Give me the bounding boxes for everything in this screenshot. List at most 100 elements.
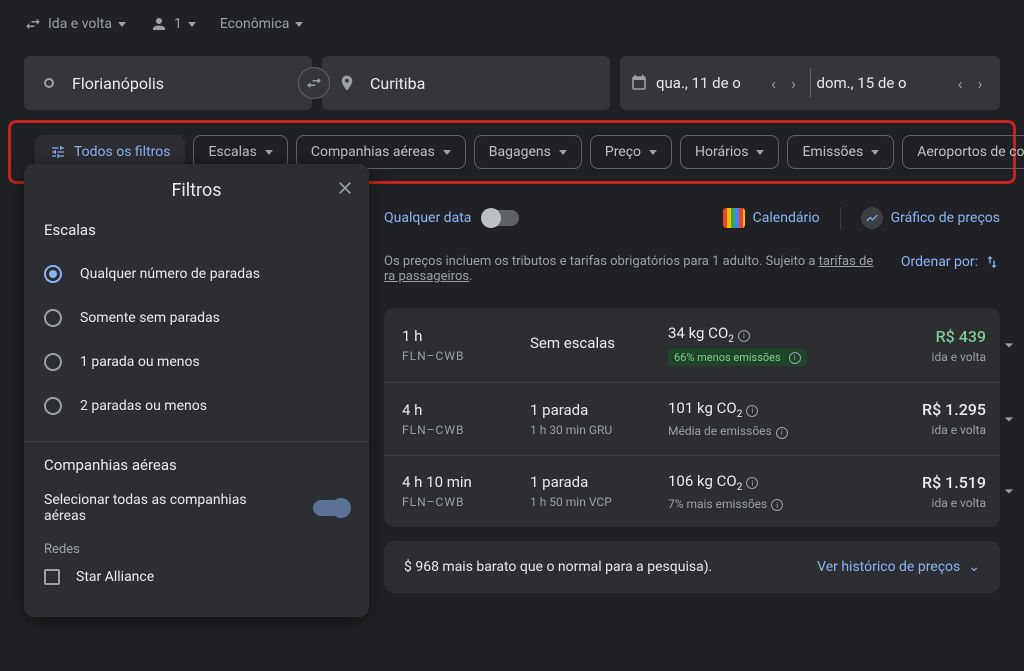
expand-button[interactable] [994, 335, 1024, 355]
origin-input[interactable] [72, 74, 296, 93]
radio-icon [44, 265, 62, 283]
price: R$ 1.295 [876, 400, 986, 419]
stops: Sem escalas [530, 334, 660, 352]
all-filters-label: Todos os filtros [74, 144, 170, 160]
passenger-count: 1 [174, 16, 182, 32]
route: FLN–CWB [402, 423, 522, 437]
network-option[interactable]: Star Alliance [44, 569, 349, 585]
select-all-airlines-switch[interactable] [313, 500, 349, 516]
date-picker[interactable]: qua., 11 de o ‹ › dom., 15 de o ‹ › [620, 56, 1000, 110]
radio-icon [44, 309, 62, 327]
trip-type: ida e volta [876, 423, 986, 437]
close-icon [335, 178, 355, 198]
checkbox-icon [44, 569, 60, 585]
calendar-color-icon [723, 208, 745, 228]
stops-option[interactable]: 1 parada ou menos [44, 353, 349, 371]
chevron-down-icon [871, 150, 879, 155]
sort-icon [984, 254, 1000, 270]
stops-section-title: Escalas [44, 221, 349, 239]
tune-icon [50, 144, 66, 160]
route: FLN–CWB [402, 495, 522, 509]
stops-option[interactable]: 2 paradas ou menos [44, 397, 349, 415]
chart-icon [861, 207, 883, 229]
stops-option[interactable]: Qualquer número de paradas [44, 265, 349, 283]
filter-chip-bags[interactable]: Bagagens [474, 135, 582, 169]
destination-input[interactable] [370, 74, 594, 93]
filter-chip-times[interactable]: Horários [680, 135, 779, 169]
trip-type-label: Ida e volta [48, 16, 112, 32]
price: R$ 1.519 [876, 473, 986, 492]
person-icon [150, 15, 168, 33]
chevron-down-icon [443, 150, 451, 155]
close-button[interactable] [335, 178, 355, 202]
return-next[interactable]: › [970, 73, 990, 93]
emissions-sub: 7% mais emissõesi [668, 497, 868, 512]
trip-type: ida e volta [876, 350, 986, 364]
pin-icon [338, 74, 356, 92]
price-chart-link[interactable]: Gráfico de preços [861, 207, 1000, 229]
price-history-link[interactable]: Ver histórico de preços ⌄ [817, 559, 980, 575]
price-insight-bar: $ 968 mais barato que o normal para a pe… [384, 541, 1000, 593]
calendar-link[interactable]: Calendário [723, 207, 820, 229]
insight-text: $ 968 mais barato que o normal para a pe… [404, 559, 712, 575]
depart-prev[interactable]: ‹ [764, 73, 784, 93]
origin-field[interactable] [24, 56, 312, 110]
stops-option[interactable]: Somente sem paradas [44, 309, 349, 327]
select-all-airlines-label: Selecionar todas as companhias aéreas [44, 492, 264, 524]
chevron-down-icon [756, 150, 764, 155]
filters-panel: Filtros Escalas Qualquer número de parad… [24, 164, 369, 617]
radio-icon [44, 353, 62, 371]
duration: 4 h [402, 401, 522, 419]
sort-button[interactable]: Ordenar por: [901, 254, 1000, 270]
filter-chip-emissions[interactable]: Emissões [787, 135, 894, 169]
emissions: 106 kg CO2i [668, 472, 868, 493]
layover: 1 h 30 min GRU [530, 423, 660, 437]
swap-button[interactable] [298, 67, 330, 99]
emissions-badge: 66% menos emissões i [668, 349, 807, 366]
radio-icon [44, 397, 62, 415]
flight-row[interactable]: 4 h FLN–CWB 1 parada 1 h 30 min GRU 101 kg… [384, 383, 1000, 456]
filter-chip-airports[interactable]: Aeroportos de con [902, 135, 1024, 169]
chevron-down-icon [265, 150, 273, 155]
chevron-down-icon [295, 22, 303, 27]
panel-title: Filtros [171, 180, 221, 201]
stops: 1 parada [530, 473, 660, 491]
trip-type: ida e volta [876, 496, 986, 510]
layover: 1 h 50 min VCP [530, 495, 660, 509]
swap-icon [305, 74, 323, 92]
emissions: 101 kg CO2i [668, 399, 868, 420]
emissions-sub: Média de emissõesi [668, 424, 868, 439]
flight-results: 1 hFLN–CWB Sem escalas 34 kg CO2i66% men… [384, 308, 1000, 527]
cabin-selector[interactable]: Econômica [220, 16, 303, 32]
chevron-down-icon [118, 22, 126, 27]
chevron-down-icon [188, 22, 196, 27]
trip-type-selector[interactable]: Ida e volta [24, 15, 126, 33]
airlines-section-title: Companhias aéreas [44, 456, 349, 474]
destination-field[interactable] [322, 56, 610, 110]
networks-label: Redes [44, 542, 349, 557]
price: R$ 439 [876, 327, 986, 346]
flight-row[interactable]: 1 hFLN–CWB Sem escalas 34 kg CO2i66% men… [384, 308, 1000, 383]
depart-date: qua., 11 de o [656, 74, 741, 92]
fees-link[interactable]: tarifas de [819, 254, 874, 269]
flight-row[interactable]: 4 h 10 minFLN–CWB 1 parada1 h 50 min VCP… [384, 456, 1000, 528]
calendar-icon [630, 74, 648, 92]
price-notice: Os preços incluem os tributos e tarifas … [384, 254, 873, 284]
return-prev[interactable]: ‹ [950, 73, 970, 93]
stops: 1 parada [530, 401, 660, 419]
return-date: dom., 15 de o [817, 74, 907, 92]
swap-horiz-icon [24, 15, 42, 33]
filter-chip-price[interactable]: Preço [590, 135, 672, 169]
chevron-down-icon [559, 150, 567, 155]
expand-button[interactable] [994, 481, 1024, 501]
passenger-selector[interactable]: 1 [150, 15, 196, 33]
depart-next[interactable]: › [784, 73, 804, 93]
any-date-toggle[interactable]: Qualquer data [384, 210, 471, 226]
any-date-switch[interactable] [483, 210, 519, 226]
expand-button[interactable] [994, 409, 1024, 429]
chevron-down-icon [649, 150, 657, 155]
passengers-link[interactable]: ra passageiros [384, 269, 469, 284]
emissions: 34 kg CO2i [668, 324, 868, 345]
route: FLN–CWB [402, 349, 522, 363]
cabin-label: Econômica [220, 16, 289, 32]
